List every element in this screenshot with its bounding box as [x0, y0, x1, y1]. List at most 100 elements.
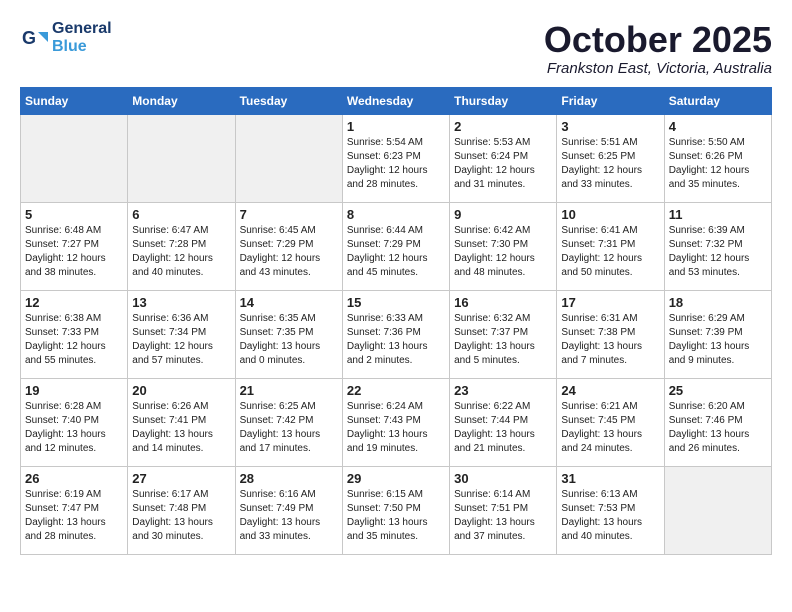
table-row: 16 Sunrise: 6:32 AM Sunset: 7:37 PM Dayli…	[450, 290, 557, 378]
day-number: 6	[132, 207, 230, 222]
table-row	[21, 114, 128, 202]
day-info: Sunrise: 6:36 AM Sunset: 7:34 PM Dayligh…	[132, 312, 230, 368]
day-number: 14	[240, 295, 338, 310]
table-row: 7Sunrise: 6:45 AM Sunset: 7:29 PM Daylig…	[235, 202, 342, 290]
logo-line2: Blue	[52, 38, 112, 56]
table-row: 22 Sunrise: 6:24 AM Sunset: 7:43 PM Dayli…	[342, 378, 449, 466]
day-info: Sunrise: 6:48 AM Sunset: 7:27 PM Dayligh…	[25, 224, 123, 280]
day-number: 5	[25, 207, 123, 222]
header-row: Sunday Monday Tuesday Wednesday Thursday…	[21, 87, 772, 114]
day-number: 15	[347, 295, 445, 310]
day-number: 26	[25, 471, 123, 486]
day-number: 10	[561, 207, 659, 222]
day-info: Sunrise: 6:28 AM Sunset: 7:40 PM Dayligh…	[25, 400, 123, 456]
day-info: Sunrise: 5:51 AM Sunset: 6:25 PM Dayligh…	[561, 136, 659, 192]
table-row: 6 Sunrise: 6:47 AM Sunset: 7:28 PM Daylig…	[128, 202, 235, 290]
day-info: Sunrise: 6:33 AM Sunset: 7:36 PM Dayligh…	[347, 312, 445, 368]
week-row-2: 5 Sunrise: 6:48 AM Sunset: 7:27 PM Daylig…	[21, 202, 772, 290]
day-number: 17	[561, 295, 659, 310]
month-title: October 2025	[544, 20, 772, 60]
header-saturday: Saturday	[664, 87, 771, 114]
table-row: 23Sunrise: 6:22 AM Sunset: 7:44 PM Dayli…	[450, 378, 557, 466]
day-number: 21	[240, 383, 338, 398]
day-number: 9	[454, 207, 552, 222]
location-subtitle: Frankston East, Victoria, Australia	[544, 60, 772, 77]
day-info: Sunrise: 6:26 AM Sunset: 7:41 PM Dayligh…	[132, 400, 230, 456]
table-row: 28Sunrise: 6:16 AM Sunset: 7:49 PM Dayli…	[235, 466, 342, 554]
day-number: 25	[669, 383, 767, 398]
day-info: Sunrise: 6:13 AM Sunset: 7:53 PM Dayligh…	[561, 488, 659, 544]
table-row: 31 Sunrise: 6:13 AM Sunset: 7:53 PM Dayli…	[557, 466, 664, 554]
day-info: Sunrise: 6:32 AM Sunset: 7:37 PM Dayligh…	[454, 312, 552, 368]
table-row	[664, 466, 771, 554]
day-info: Sunrise: 6:29 AM Sunset: 7:39 PM Dayligh…	[669, 312, 767, 368]
day-info: Sunrise: 6:44 AM Sunset: 7:29 PM Dayligh…	[347, 224, 445, 280]
day-info: Sunrise: 6:19 AM Sunset: 7:47 PM Dayligh…	[25, 488, 123, 544]
day-number: 31	[561, 471, 659, 486]
day-info: Sunrise: 6:31 AM Sunset: 7:38 PM Dayligh…	[561, 312, 659, 368]
day-info: Sunrise: 6:16 AM Sunset: 7:49 PM Dayligh…	[240, 488, 338, 544]
table-row: 24Sunrise: 6:21 AM Sunset: 7:45 PM Dayli…	[557, 378, 664, 466]
day-info: Sunrise: 6:15 AM Sunset: 7:50 PM Dayligh…	[347, 488, 445, 544]
day-number: 24	[561, 383, 659, 398]
day-info: Sunrise: 6:24 AM Sunset: 7:43 PM Dayligh…	[347, 400, 445, 456]
table-row: 18 Sunrise: 6:29 AM Sunset: 7:39 PM Dayli…	[664, 290, 771, 378]
day-info: Sunrise: 6:38 AM Sunset: 7:33 PM Dayligh…	[25, 312, 123, 368]
table-row: 11 Sunrise: 6:39 AM Sunset: 7:32 PM Dayli…	[664, 202, 771, 290]
day-number: 22	[347, 383, 445, 398]
table-row: 17 Sunrise: 6:31 AM Sunset: 7:38 PM Dayli…	[557, 290, 664, 378]
day-number: 3	[561, 119, 659, 134]
table-row: 20Sunrise: 6:26 AM Sunset: 7:41 PM Dayli…	[128, 378, 235, 466]
day-info: Sunrise: 5:50 AM Sunset: 6:26 PM Dayligh…	[669, 136, 767, 192]
table-row: 12 Sunrise: 6:38 AM Sunset: 7:33 PM Dayli…	[21, 290, 128, 378]
day-number: 30	[454, 471, 552, 486]
logo: G General Blue	[20, 20, 112, 55]
day-info: Sunrise: 6:22 AM Sunset: 7:44 PM Dayligh…	[454, 400, 552, 456]
table-row: 4 Sunrise: 5:50 AM Sunset: 6:26 PM Daylig…	[664, 114, 771, 202]
day-info: Sunrise: 6:14 AM Sunset: 7:51 PM Dayligh…	[454, 488, 552, 544]
day-info: Sunrise: 6:20 AM Sunset: 7:46 PM Dayligh…	[669, 400, 767, 456]
header-sunday: Sunday	[21, 87, 128, 114]
table-row: 2 Sunrise: 5:53 AM Sunset: 6:24 PM Daylig…	[450, 114, 557, 202]
table-row: 5 Sunrise: 6:48 AM Sunset: 7:27 PM Daylig…	[21, 202, 128, 290]
header-monday: Monday	[128, 87, 235, 114]
day-number: 13	[132, 295, 230, 310]
day-number: 11	[669, 207, 767, 222]
day-info: Sunrise: 5:53 AM Sunset: 6:24 PM Dayligh…	[454, 136, 552, 192]
table-row: 27Sunrise: 6:17 AM Sunset: 7:48 PM Dayli…	[128, 466, 235, 554]
day-info: Sunrise: 5:54 AM Sunset: 6:23 PM Dayligh…	[347, 136, 445, 192]
logo-line1: General	[52, 20, 112, 38]
header-thursday: Thursday	[450, 87, 557, 114]
day-info: Sunrise: 6:25 AM Sunset: 7:42 PM Dayligh…	[240, 400, 338, 456]
week-row-4: 19 Sunrise: 6:28 AM Sunset: 7:40 PM Dayli…	[21, 378, 772, 466]
day-number: 16	[454, 295, 552, 310]
day-info: Sunrise: 6:39 AM Sunset: 7:32 PM Dayligh…	[669, 224, 767, 280]
table-row: 29 Sunrise: 6:15 AM Sunset: 7:50 PM Dayli…	[342, 466, 449, 554]
day-info: Sunrise: 6:41 AM Sunset: 7:31 PM Dayligh…	[561, 224, 659, 280]
day-info: Sunrise: 6:35 AM Sunset: 7:35 PM Dayligh…	[240, 312, 338, 368]
day-info: Sunrise: 6:42 AM Sunset: 7:30 PM Dayligh…	[454, 224, 552, 280]
table-row	[128, 114, 235, 202]
day-number: 12	[25, 295, 123, 310]
table-row	[235, 114, 342, 202]
day-number: 2	[454, 119, 552, 134]
day-info: Sunrise: 6:17 AM Sunset: 7:48 PM Dayligh…	[132, 488, 230, 544]
day-number: 18	[669, 295, 767, 310]
day-number: 7	[240, 207, 338, 222]
table-row: 14 Sunrise: 6:35 AM Sunset: 7:35 PM Dayli…	[235, 290, 342, 378]
svg-text:G: G	[22, 28, 36, 48]
header-friday: Friday	[557, 87, 664, 114]
header-wednesday: Wednesday	[342, 87, 449, 114]
table-row: 15 Sunrise: 6:33 AM Sunset: 7:36 PM Dayli…	[342, 290, 449, 378]
week-row-5: 26 Sunrise: 6:19 AM Sunset: 7:47 PM Dayli…	[21, 466, 772, 554]
week-row-1: 1 Sunrise: 5:54 AM Sunset: 6:23 PM Daylig…	[21, 114, 772, 202]
day-info: Sunrise: 6:47 AM Sunset: 7:28 PM Dayligh…	[132, 224, 230, 280]
table-row: 3 Sunrise: 5:51 AM Sunset: 6:25 PM Daylig…	[557, 114, 664, 202]
day-number: 8	[347, 207, 445, 222]
day-number: 19	[25, 383, 123, 398]
day-number: 1	[347, 119, 445, 134]
day-number: 29	[347, 471, 445, 486]
day-number: 4	[669, 119, 767, 134]
table-row: 26 Sunrise: 6:19 AM Sunset: 7:47 PM Dayli…	[21, 466, 128, 554]
table-row: 13 Sunrise: 6:36 AM Sunset: 7:34 PM Dayli…	[128, 290, 235, 378]
